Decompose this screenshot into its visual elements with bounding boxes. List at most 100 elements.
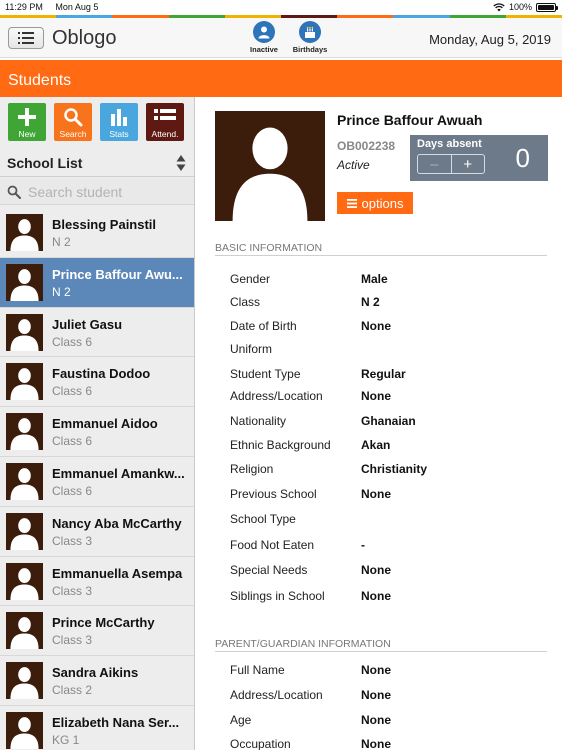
search-tool-button[interactable]: Search <box>54 103 92 141</box>
new-label: New <box>18 129 36 139</box>
options-button[interactable]: options <box>337 192 413 214</box>
attendance-icon <box>154 109 176 120</box>
days-absent-value: 0 <box>515 143 530 173</box>
birthdays-label: Birthdays <box>292 45 328 54</box>
avatar <box>6 263 43 301</box>
attend-label: Attend. <box>151 129 179 139</box>
avatar <box>6 313 43 351</box>
info-label: Previous School <box>230 487 317 501</box>
decrement-button[interactable]: – <box>418 155 452 173</box>
sidebar: New Search Stats Attend. School List Ble… <box>0 97 195 750</box>
info-row-student-type: Student Type Regular <box>230 367 550 383</box>
new-button[interactable]: New <box>8 103 46 141</box>
student-class: KG 1 <box>52 732 80 747</box>
info-row-ethnic-background: Ethnic Background Akan <box>230 438 550 454</box>
bar-chart-icon <box>111 109 127 126</box>
status-date: Mon Aug 5 <box>55 2 99 12</box>
info-value: Regular <box>361 367 406 381</box>
info-row-uniform: Uniform <box>230 342 550 358</box>
info-value: Male <box>361 272 388 286</box>
menu-button[interactable] <box>8 27 44 49</box>
student-row-selected[interactable]: Prince Baffour Awu... N 2 <box>0 257 194 308</box>
attend-button[interactable]: Attend. <box>146 103 184 141</box>
search-input[interactable] <box>28 183 188 201</box>
student-row[interactable]: Juliet Gasu Class 6 <box>0 307 194 358</box>
info-label: Occupation <box>230 737 291 750</box>
info-label: Food Not Eaten <box>230 538 315 552</box>
student-class: Class 3 <box>52 533 93 548</box>
avatar <box>6 462 43 500</box>
info-label: Date of Birth <box>230 319 297 333</box>
person-silhouette-icon <box>10 219 39 251</box>
parent-info-title: PARENT/GUARDIAN INFORMATION <box>215 638 391 650</box>
basic-info-header: BASIC INFORMATION <box>215 242 547 256</box>
student-row[interactable]: Emmanuel Aidoo Class 6 <box>0 407 194 457</box>
info-row-address: Address/Location None <box>230 389 550 405</box>
student-name: Sandra Aikins <box>52 665 139 681</box>
student-name: Emmanuel Amankw... <box>52 465 185 481</box>
info-value: None <box>361 487 391 501</box>
info-row-nationality: Nationality Ghanaian <box>230 414 550 430</box>
student-class: Class 6 <box>52 384 93 399</box>
days-absent-stepper: – + <box>417 154 485 174</box>
student-row[interactable]: Prince McCarthy Class 3 <box>0 606 194 657</box>
search-icon <box>7 185 21 199</box>
student-row[interactable]: Faustina Dodoo Class 6 <box>0 357 194 408</box>
info-label: Student Type <box>230 367 301 381</box>
student-detail: Prince Baffour Awuah OB002238 Active Day… <box>196 97 562 750</box>
battery-icon <box>536 2 558 12</box>
info-row-food-not-eaten: Food Not Eaten - <box>230 538 550 554</box>
profile-name: Prince Baffour Awuah <box>337 112 483 128</box>
birthdays-button[interactable]: Birthdays <box>292 21 328 54</box>
info-label: Full Name <box>230 663 285 677</box>
avatar <box>6 214 43 251</box>
student-list: Blessing Painstil N 2 Prince Baffour Awu… <box>0 208 194 750</box>
status-time: 11:29 PM <box>5 2 43 12</box>
student-row[interactable]: Emmanuella Asempa Class 3 <box>0 556 194 607</box>
info-row-class: Class N 2 <box>230 295 550 311</box>
person-silhouette-icon <box>10 368 39 401</box>
student-name: Blessing Painstil <box>52 217 157 232</box>
student-class: Class 3 <box>52 633 93 648</box>
person-silhouette-icon <box>10 517 39 550</box>
info-label: Siblings in School <box>230 589 325 603</box>
student-row[interactable]: Sandra Aikins Class 2 <box>0 656 194 706</box>
student-name: Elizabeth Nana Ser... <box>52 714 180 730</box>
list-icon <box>346 198 357 208</box>
title-bar: Students <box>0 60 562 97</box>
profile-id: OB002238 <box>337 139 396 153</box>
cake-icon <box>305 26 315 38</box>
inactive-button[interactable]: Inactive <box>248 21 280 54</box>
search-bar <box>0 179 194 205</box>
student-class: Class 2 <box>52 683 93 698</box>
student-row[interactable]: Nancy Aba McCarthy Class 3 <box>0 506 194 557</box>
profile-status: Active <box>337 158 370 172</box>
stats-button[interactable]: Stats <box>100 103 138 141</box>
student-name: Emmanuel Aidoo <box>52 416 158 432</box>
top-nav: Oblogo Inactive Birthdays Monday, Aug 5,… <box>0 18 562 58</box>
student-row[interactable]: Elizabeth Nana Ser... KG 1 <box>0 705 194 750</box>
info-value: None <box>361 688 391 702</box>
school-list-selector[interactable]: School List <box>0 149 194 177</box>
info-row-school-type: School Type <box>230 512 550 528</box>
header-date: Monday, Aug 5, 2019 <box>429 32 551 47</box>
inactive-label: Inactive <box>250 45 278 54</box>
info-row-previous-school: Previous School None <box>230 487 550 503</box>
student-class: Class 6 <box>52 483 93 498</box>
info-value: None <box>361 737 391 750</box>
info-label: Religion <box>230 462 274 476</box>
info-value: None <box>361 663 391 677</box>
info-row-dob: Date of Birth None <box>230 319 550 335</box>
student-row[interactable]: Blessing Painstil N 2 <box>0 208 194 258</box>
student-class: Class 3 <box>52 583 93 598</box>
avatar <box>6 711 43 749</box>
days-absent-label: Days absent <box>417 138 482 150</box>
avatar <box>6 562 43 600</box>
info-label: Uniform <box>230 342 273 356</box>
magnifier-icon <box>64 108 83 127</box>
increment-button[interactable]: + <box>452 155 485 173</box>
student-row[interactable]: Emmanuel Amankw... Class 6 <box>0 456 194 507</box>
page-title: Students <box>8 72 72 89</box>
info-value: Christianity <box>361 462 428 476</box>
app-title: Oblogo <box>52 27 117 49</box>
